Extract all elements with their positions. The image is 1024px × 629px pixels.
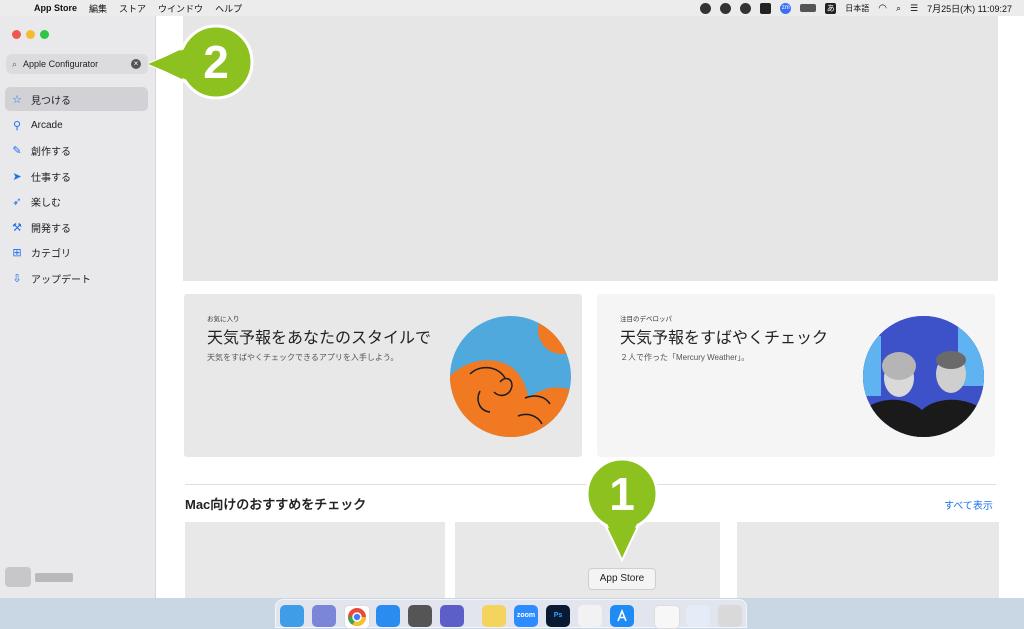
menu-extras: zm あ 日本語 ◠ ⌕ ☰ 7月25日(木) 11:09:27 bbox=[700, 0, 1012, 16]
callout-1-marker: 1 bbox=[582, 456, 662, 563]
launchpad-icon[interactable] bbox=[312, 605, 336, 627]
menu-help[interactable]: ヘルプ bbox=[215, 2, 242, 15]
sidebar-item-label: 創作する bbox=[31, 146, 71, 158]
story-card-developer[interactable]: 注目のデベロッパ 天気予報をすばやくチェック ２人で作った「Mercury We… bbox=[597, 294, 995, 457]
callout-number: 1 bbox=[609, 468, 635, 520]
section-title: Mac向けのおすすめをチェック bbox=[185, 497, 367, 512]
sidebar-item-develop[interactable]: ⚒ 開発する bbox=[5, 215, 148, 239]
sidebar-item-arcade[interactable]: ⚲ Arcade bbox=[5, 113, 148, 137]
card-description: ２人で作った「Mercury Weather」。 bbox=[620, 353, 750, 362]
menu-window[interactable]: ウインドウ bbox=[158, 2, 203, 15]
card-tag: お気に入り bbox=[207, 316, 240, 323]
show-all-link[interactable]: すべて表示 bbox=[944, 497, 993, 512]
menu-app-name[interactable]: App Store bbox=[34, 3, 77, 13]
finder-icon[interactable] bbox=[280, 605, 304, 627]
sidebar-item-label: 開発する bbox=[31, 223, 71, 235]
sidebar-item-label: カテゴリ bbox=[31, 248, 71, 260]
search-icon: ⌕ bbox=[12, 58, 18, 69]
sidebar: ⌕ Apple Configurator × ☆ 見つける ⚲ Arcade ✎… bbox=[0, 16, 156, 598]
dock-tooltip: App Store bbox=[588, 568, 656, 590]
trash-icon[interactable] bbox=[718, 605, 742, 627]
shield-status-icon[interactable] bbox=[760, 2, 772, 14]
input-method-icon[interactable]: あ bbox=[825, 2, 837, 14]
avatar bbox=[5, 567, 31, 587]
rocket-icon: ➶ bbox=[12, 195, 22, 208]
dock: zoom Ps bbox=[275, 599, 747, 629]
minimize-window-button[interactable] bbox=[26, 30, 35, 39]
card-title: 天気予報をあなたのスタイルで bbox=[207, 330, 432, 347]
spotlight-icon[interactable]: ⌕ bbox=[896, 3, 901, 14]
brush-icon: ✎ bbox=[12, 144, 22, 157]
sidebar-item-discover[interactable]: ☆ 見つける bbox=[5, 87, 148, 111]
card-description: 天気をすばやくチェックできるアプリを入手しよう。 bbox=[207, 353, 399, 362]
safari-icon[interactable] bbox=[376, 605, 400, 627]
developer-photo bbox=[863, 316, 984, 437]
sidebar-item-updates[interactable]: ⇩ アップデート bbox=[5, 266, 148, 290]
sidebar-item-label: アップデート bbox=[31, 274, 91, 286]
callout-2-marker: 2 bbox=[145, 22, 258, 102]
close-window-button[interactable] bbox=[12, 30, 21, 39]
joystick-icon: ⚲ bbox=[12, 119, 22, 132]
zoom-icon[interactable]: zoom bbox=[514, 605, 538, 627]
menu-clock[interactable]: 7月25日(木) 11:09:27 bbox=[927, 2, 1012, 15]
clear-search-icon[interactable]: × bbox=[131, 59, 141, 69]
sidebar-item-create[interactable]: ✎ 創作する bbox=[5, 138, 148, 162]
record-status-icon[interactable] bbox=[720, 2, 732, 14]
menu-bar: App Store 編集 ストア ウインドウ ヘルプ zm あ 日本語 ◠ ⌕ … bbox=[0, 0, 1024, 16]
app-tile[interactable] bbox=[185, 522, 445, 598]
paper-plane-icon: ➤ bbox=[12, 170, 22, 183]
menu-edit[interactable]: 編集 bbox=[89, 2, 107, 15]
cloud-status-icon[interactable] bbox=[740, 2, 752, 14]
zoom-status-icon[interactable]: zm bbox=[780, 2, 792, 14]
hammer-icon: ⚒ bbox=[12, 221, 22, 234]
search-field[interactable]: ⌕ Apple Configurator × bbox=[6, 54, 148, 74]
wifi-icon[interactable]: ◠ bbox=[878, 3, 887, 14]
story-card-favorite[interactable]: お気に入り 天気予報をあなたのスタイルで 天気をすばやくチェックできるアプリを入… bbox=[184, 294, 582, 457]
sidebar-item-play[interactable]: ➶ 楽しむ bbox=[5, 189, 148, 213]
search-input[interactable]: Apple Configurator bbox=[23, 59, 98, 69]
sidebar-item-label: 仕事する bbox=[31, 172, 71, 184]
grid-icon: ⊞ bbox=[12, 246, 22, 259]
callout-number: 2 bbox=[203, 36, 229, 88]
teams-icon[interactable] bbox=[440, 605, 464, 627]
sidebar-item-work[interactable]: ➤ 仕事する bbox=[5, 164, 148, 188]
control-center-icon[interactable]: ☰ bbox=[910, 3, 918, 14]
app-icon[interactable] bbox=[578, 605, 602, 627]
battery-icon[interactable] bbox=[800, 4, 817, 12]
chrome-icon[interactable] bbox=[344, 605, 370, 629]
download-icon: ⇩ bbox=[12, 272, 22, 285]
sidebar-item-categories[interactable]: ⊞ カテゴリ bbox=[5, 240, 148, 264]
account-name-blurred bbox=[35, 572, 73, 582]
card-title: 天気予報をすばやくチェック bbox=[620, 330, 829, 347]
weather-illustration bbox=[450, 316, 571, 437]
zoom-window-button[interactable] bbox=[40, 30, 49, 39]
menu-store[interactable]: ストア bbox=[119, 2, 146, 15]
star-icon: ☆ bbox=[12, 93, 22, 106]
sidebar-item-label: Arcade bbox=[31, 119, 63, 131]
globe-status-icon[interactable] bbox=[700, 2, 712, 14]
sidebar-item-label: 楽しむ bbox=[31, 197, 61, 209]
app-store-window: ⌕ Apple Configurator × ☆ 見つける ⚲ Arcade ✎… bbox=[0, 16, 1024, 598]
account-button[interactable] bbox=[5, 567, 73, 587]
notes-icon[interactable] bbox=[482, 605, 506, 627]
preview-icon[interactable] bbox=[686, 605, 710, 627]
calculator-icon[interactable] bbox=[408, 605, 432, 627]
photoshop-icon[interactable]: Ps bbox=[546, 605, 570, 627]
app-store-icon[interactable] bbox=[610, 605, 634, 627]
sidebar-item-label: 見つける bbox=[31, 95, 71, 107]
app-tile[interactable] bbox=[737, 522, 999, 598]
hero-banner[interactable] bbox=[183, 16, 998, 281]
document-icon[interactable] bbox=[654, 605, 680, 629]
card-tag: 注目のデベロッパ bbox=[620, 316, 672, 323]
input-language-label[interactable]: 日本語 bbox=[845, 3, 869, 14]
